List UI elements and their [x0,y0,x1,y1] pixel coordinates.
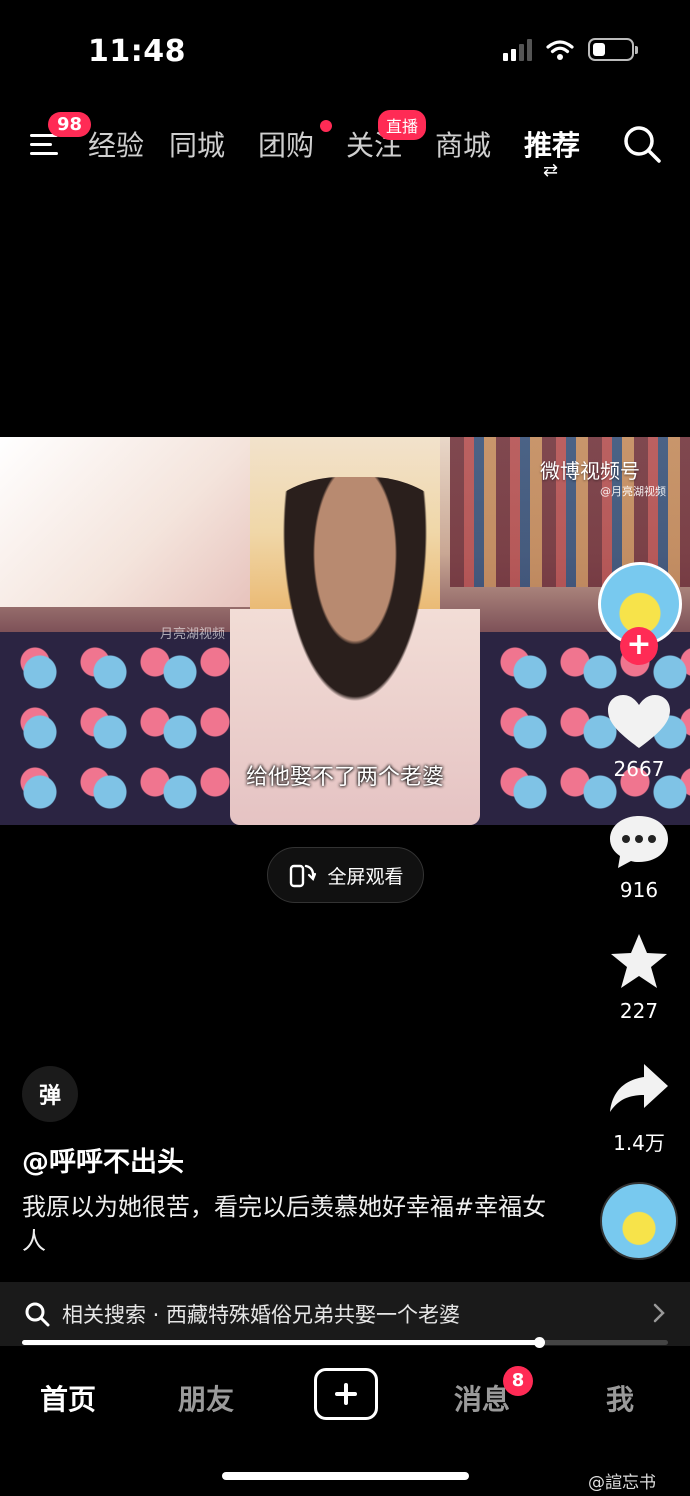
nav-messages[interactable]: 消息 [454,1378,510,1418]
share-icon[interactable] [604,1060,674,1120]
chevron-right-icon [653,1303,665,1323]
tab-group-buy[interactable]: 团购 [258,124,314,164]
share-count: 1.4万 [613,1131,665,1155]
favorite-count: 227 [619,999,659,1023]
nav-home[interactable]: 首页 [40,1378,96,1418]
search-icon [25,1302,50,1327]
switch-icon: ⇄ [543,160,559,181]
progress-fill [22,1340,539,1345]
group-buy-dot [320,120,332,132]
star-icon[interactable] [604,932,674,992]
video-window [0,437,250,607]
like-icon[interactable] [604,692,674,752]
search-icon[interactable] [622,124,662,164]
weibo-user-watermark: @諠忘书 [588,1473,656,1493]
related-search-bar[interactable]: 相关搜索 · 西藏特殊婚俗兄弟共娶一个老婆 [0,1282,690,1346]
music-disc[interactable] [600,1182,678,1260]
follow-button[interactable]: + [620,627,658,665]
video-subtitle: 给他娶不了两个老婆 [245,765,444,790]
nav-me[interactable]: 我 [606,1378,634,1418]
post-caption: 我原以为她很苦，看完以后羡慕她好幸福#幸福女人 [22,1193,547,1255]
fullscreen-button[interactable]: 全屏观看 [267,847,424,903]
fullscreen-label: 全屏观看 [327,865,404,888]
tab-mall[interactable]: 商城 [435,124,491,164]
progress-knob[interactable] [533,1337,545,1348]
tab-experience[interactable]: 经验 [88,124,144,164]
status-time: 11:48 [88,34,186,69]
menu-badge: 98 [48,112,92,137]
related-search-text: 相关搜索 · 西藏特殊婚俗兄弟共娶一个老婆 [62,1303,461,1327]
wifi-icon [546,39,574,60]
signal-icon [503,38,532,61]
inner-watermark: 月亮湖视频 [160,627,226,642]
comment-icon[interactable] [604,812,674,872]
messages-badge: 8 [503,1366,533,1396]
battery-icon [588,38,638,61]
nav-friends[interactable]: 朋友 [178,1378,234,1418]
weibo-watermark: 微博视频号 [540,459,640,483]
video-player[interactable]: 微博视频号 @月亮湖视频 月亮湖视频 给他娶不了两个老婆 [0,437,690,825]
weibo-watermark-sub: @月亮湖视频 [600,485,666,498]
tab-recommended[interactable]: 推荐 [524,124,580,164]
tab-local[interactable]: 同城 [169,124,225,164]
video-progress-bar[interactable] [22,1337,668,1348]
comment-count: 916 [619,878,659,902]
author-name[interactable]: @呼呼不出头 [22,1140,184,1179]
live-badge: 直播 [378,110,427,140]
danmu-button[interactable]: 弹 [22,1066,78,1122]
create-button[interactable] [314,1368,378,1420]
top-nav: 98 经验 同城 团购 关注 直播 商城 推荐 ⇄ [0,110,690,181]
like-count: 2667 [613,757,665,781]
status-icons [503,38,638,61]
rotate-screen-icon [290,864,317,888]
home-indicator[interactable] [222,1472,469,1480]
